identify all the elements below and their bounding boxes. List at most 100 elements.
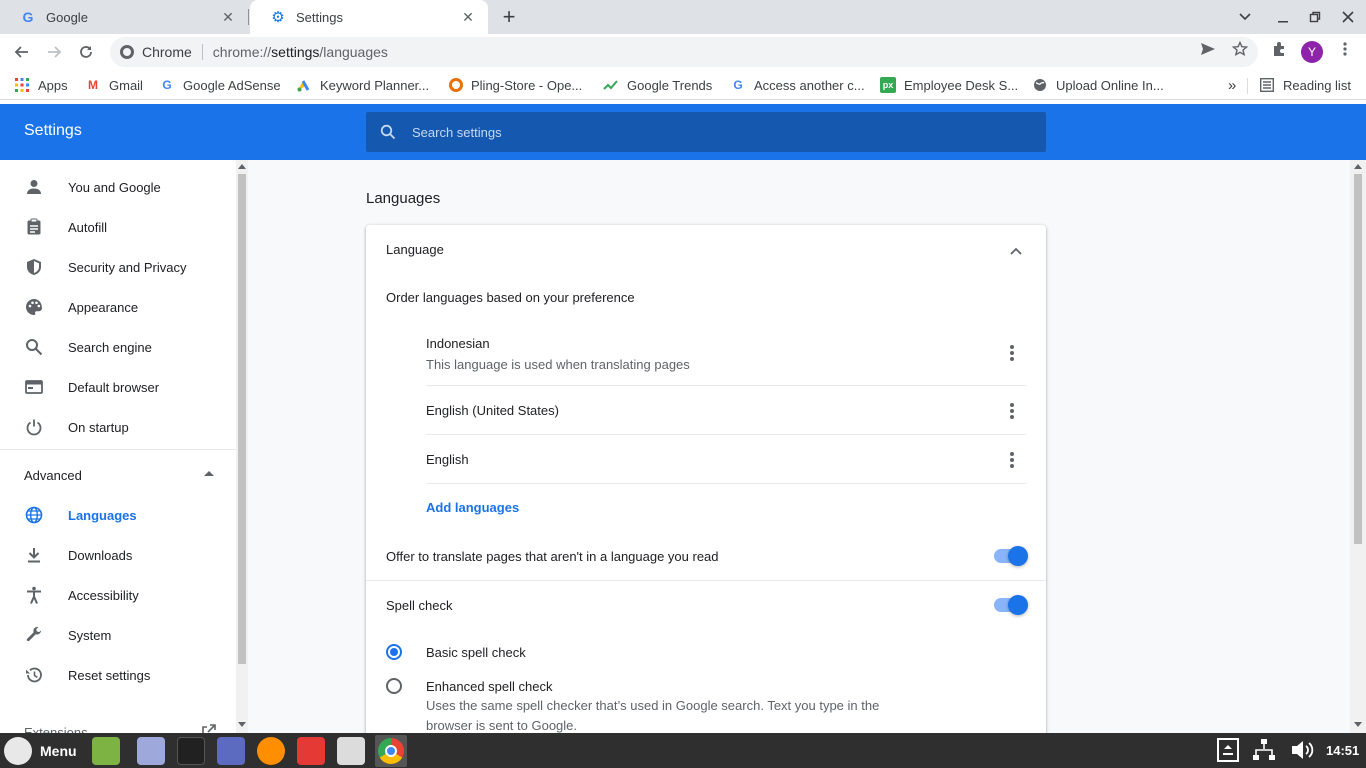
bookmark-access-another[interactable]: G Access another c... bbox=[730, 76, 864, 94]
basic-spell-check-label: Basic spell check bbox=[426, 645, 526, 660]
sidebar-item-appearance[interactable]: Appearance bbox=[0, 287, 236, 327]
sidebar-advanced-toggle[interactable]: Advanced bbox=[0, 455, 236, 495]
sidebar-item-you-and-google[interactable]: You and Google bbox=[0, 167, 236, 207]
tab-search-icon[interactable] bbox=[1229, 0, 1261, 34]
clock[interactable]: 14:51 bbox=[1326, 743, 1359, 758]
sidebar-scrollbar[interactable] bbox=[236, 160, 248, 733]
gimp-icon[interactable] bbox=[297, 737, 325, 765]
sidebar-item-default-browser[interactable]: Default browser bbox=[0, 367, 236, 407]
pling-icon bbox=[449, 78, 463, 92]
bookmark-gmail[interactable]: M Gmail bbox=[85, 76, 143, 94]
minimize-icon[interactable] bbox=[1267, 0, 1299, 34]
tab-divider bbox=[248, 9, 249, 25]
bookmark-apps[interactable]: Apps bbox=[14, 76, 68, 94]
close-window-icon[interactable] bbox=[1332, 0, 1364, 34]
omnibox-url: chrome://settings/languages bbox=[212, 44, 388, 60]
screenshot-icon[interactable] bbox=[217, 737, 245, 765]
browser-icon bbox=[24, 377, 44, 397]
sidebar-item-security-and-privacy[interactable]: Security and Privacy bbox=[0, 247, 236, 287]
taskbar: Menu 14:51 bbox=[0, 733, 1366, 768]
tab-title: Google bbox=[46, 9, 88, 25]
offer-translate-toggle[interactable] bbox=[994, 546, 1028, 566]
sidebar-item-downloads[interactable]: Downloads bbox=[0, 535, 236, 575]
notes-applet-icon[interactable] bbox=[1216, 737, 1240, 763]
firefox-icon[interactable] bbox=[257, 737, 285, 765]
order-languages-text: Order languages based on your preference bbox=[366, 273, 1046, 321]
sidebar-item-system[interactable]: System bbox=[0, 615, 236, 655]
sidebar-item-accessibility[interactable]: Accessibility bbox=[0, 575, 236, 615]
sidebar-item-on-startup[interactable]: On startup bbox=[0, 407, 236, 447]
forward-icon[interactable] bbox=[42, 40, 66, 64]
globe-icon bbox=[24, 505, 44, 525]
palette-icon bbox=[24, 297, 44, 317]
files-icon[interactable] bbox=[92, 737, 120, 765]
sidebar-item-languages[interactable]: Languages bbox=[0, 495, 236, 535]
profile-avatar[interactable]: Y bbox=[1301, 41, 1323, 63]
terminal-icon[interactable] bbox=[177, 737, 205, 765]
chrome-taskbar-button[interactable] bbox=[375, 735, 407, 767]
bookmark-pling-store[interactable]: Pling-Store - Ope... bbox=[449, 76, 582, 94]
more-menu-icon[interactable] bbox=[1337, 41, 1353, 57]
search-settings-input[interactable] bbox=[412, 124, 1012, 140]
tab-google[interactable]: G Google ✕ bbox=[0, 0, 248, 34]
close-tab-icon[interactable]: ✕ bbox=[220, 9, 236, 25]
basic-spell-check-radio[interactable] bbox=[386, 644, 402, 660]
tab-settings[interactable]: ⚙ Settings ✕ bbox=[250, 0, 488, 34]
scroll-up-arrow-icon[interactable] bbox=[1354, 164, 1362, 169]
person-icon bbox=[24, 177, 44, 197]
new-tab-button[interactable]: + bbox=[498, 6, 520, 29]
text-editor-icon[interactable] bbox=[137, 737, 165, 765]
toggle-knob bbox=[1008, 546, 1028, 566]
sidebar-item-search-engine[interactable]: Search engine bbox=[0, 327, 236, 367]
close-tab-icon[interactable]: ✕ bbox=[460, 9, 476, 25]
bookmark-google-trends[interactable]: Google Trends bbox=[603, 76, 712, 94]
external-link-icon bbox=[202, 724, 216, 733]
bookmark-label: Gmail bbox=[109, 77, 143, 93]
bookmark-upload-online[interactable]: Upload Online In... bbox=[1032, 76, 1164, 94]
back-icon[interactable] bbox=[10, 40, 34, 64]
sidebar-item-extensions[interactable]: Extensions bbox=[0, 712, 236, 733]
bookmarks-overflow-button[interactable]: » bbox=[1228, 76, 1236, 94]
search-settings-box[interactable] bbox=[366, 112, 1046, 152]
enhanced-spell-check-radio[interactable] bbox=[386, 678, 402, 694]
scroll-up-arrow-icon[interactable] bbox=[238, 164, 246, 169]
language-section-header[interactable]: Language bbox=[366, 225, 1046, 273]
inkscape-icon[interactable] bbox=[337, 737, 365, 765]
spell-check-toggle[interactable] bbox=[994, 595, 1028, 615]
network-icon[interactable] bbox=[1252, 737, 1276, 763]
bookmark-keyword-planner[interactable]: Keyword Planner... bbox=[296, 76, 429, 94]
omnibox-divider bbox=[201, 44, 203, 60]
more-options-icon[interactable] bbox=[1004, 343, 1020, 363]
omnibox[interactable]: Chrome chrome://settings/languages bbox=[110, 37, 1258, 67]
scroll-down-arrow-icon[interactable] bbox=[1354, 722, 1362, 727]
reload-icon[interactable] bbox=[74, 40, 98, 64]
scrollbar-thumb[interactable] bbox=[1354, 174, 1362, 544]
volume-icon[interactable] bbox=[1290, 737, 1314, 763]
sidebar-item-reset-settings[interactable]: Reset settings bbox=[0, 655, 236, 695]
gear-icon: ⚙ bbox=[271, 9, 285, 26]
reading-list-button[interactable]: Reading list bbox=[1259, 76, 1351, 94]
restore-icon[interactable] bbox=[1299, 0, 1331, 34]
caret-up-icon bbox=[204, 471, 214, 476]
more-options-icon[interactable] bbox=[1004, 401, 1020, 421]
accessibility-icon bbox=[24, 585, 44, 605]
main-scrollbar[interactable] bbox=[1350, 160, 1366, 733]
star-icon[interactable] bbox=[1231, 40, 1249, 57]
trends-icon bbox=[603, 77, 619, 93]
send-icon[interactable] bbox=[1200, 41, 1216, 57]
scroll-down-arrow-icon[interactable] bbox=[238, 722, 246, 727]
bookmark-employee-desk[interactable]: px Employee Desk S... bbox=[880, 76, 1018, 94]
apps-grid-icon bbox=[14, 77, 30, 93]
page-title: Languages bbox=[366, 190, 441, 207]
start-menu-button[interactable]: Menu bbox=[4, 736, 77, 765]
offer-translate-row: Offer to translate pages that aren't in … bbox=[366, 532, 1046, 580]
settings-body: You and Google Autofill Security and Pri… bbox=[0, 160, 1366, 745]
chevron-up-icon[interactable] bbox=[1010, 243, 1022, 258]
bookmark-adsense[interactable]: G Google AdSense bbox=[159, 76, 280, 94]
scrollbar-thumb[interactable] bbox=[238, 174, 246, 664]
tab-title: Settings bbox=[296, 9, 343, 25]
sidebar-item-autofill[interactable]: Autofill bbox=[0, 207, 236, 247]
add-languages-button[interactable]: Add languages bbox=[426, 500, 519, 515]
more-options-icon[interactable] bbox=[1004, 450, 1020, 470]
extensions-icon[interactable] bbox=[1271, 41, 1287, 57]
